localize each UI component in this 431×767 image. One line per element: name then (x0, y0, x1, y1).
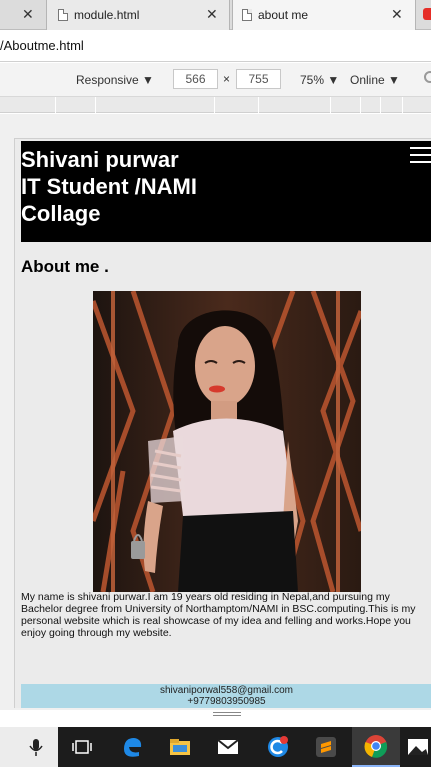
about-heading: About me . (21, 257, 109, 276)
footer-phone: +9779803950985 (187, 696, 266, 707)
dimension-separator: × (223, 72, 231, 86)
file-explorer-icon[interactable] (156, 727, 204, 767)
media-query-ruler[interactable] (0, 97, 431, 113)
dropdown-icon: ▼ (388, 73, 400, 87)
site-footer: shivaniporwal558@gmail.com +977980395098… (21, 684, 431, 708)
task-view-icon[interactable] (58, 727, 106, 767)
tab-about-me-label: about me (258, 8, 309, 22)
edge-icon[interactable] (108, 727, 156, 767)
chrome-icon[interactable] (352, 727, 400, 767)
footer-email[interactable]: shivaniporwal558@gmail.com (21, 685, 431, 696)
url-text[interactable]: /Aboutme.html (0, 38, 84, 53)
emulated-viewport: Shivani purwar IT Student /NAMI Collage … (0, 114, 431, 710)
profile-photo (93, 291, 361, 592)
profile-photo-illustration (93, 291, 361, 592)
title-line-name: Shivani purwar (21, 147, 179, 172)
title-line-college: Collage (21, 201, 101, 226)
screen: ✕ module.html ✕ about me ✕ /Aboutme.html… (0, 0, 431, 767)
tab-strip: ✕ module.html ✕ about me ✕ (0, 0, 431, 30)
zoom-label: 75% (300, 73, 325, 87)
dropdown-icon: ▼ (142, 73, 154, 87)
device-toolbar: Responsive ▼ 566 × 755 75% ▼ Online ▼ (0, 63, 431, 97)
title-line-role: IT Student /NAMI (21, 174, 197, 199)
youtube-tab-icon[interactable] (423, 8, 431, 20)
bio-paragraph: My name is shivani purwar.I am 19 years … (21, 591, 416, 639)
close-tab-icon[interactable]: ✕ (22, 6, 34, 23)
photos-icon[interactable] (400, 727, 431, 767)
close-tab-icon[interactable]: ✕ (391, 6, 403, 23)
close-tab-icon[interactable]: ✕ (206, 6, 218, 23)
network-select[interactable]: Online ▼ (350, 73, 400, 87)
rotate-icon[interactable] (424, 71, 431, 83)
tab-module-title[interactable]: module.html (58, 0, 139, 30)
device-select[interactable]: Responsive ▼ (76, 73, 154, 87)
width-input[interactable]: 566 (173, 69, 218, 89)
menu-icon[interactable] (410, 147, 431, 168)
page-icon (242, 9, 252, 21)
height-input[interactable]: 755 (236, 69, 281, 89)
site-title: Shivani purwar IT Student /NAMI Collage (21, 146, 197, 227)
address-bar[interactable]: /Aboutme.html (0, 30, 431, 62)
network-label: Online (350, 73, 385, 87)
resize-handle[interactable] (213, 712, 241, 718)
dropdown-icon: ▼ (327, 73, 340, 87)
site-header: Shivani purwar IT Student /NAMI Collage (21, 141, 431, 242)
taskbar (0, 727, 431, 767)
tab-about-me-title[interactable]: about me (242, 0, 308, 30)
page-icon (58, 9, 68, 21)
ccleaner-icon[interactable] (254, 727, 302, 767)
mail-icon[interactable] (204, 727, 252, 767)
taskbar-search-area[interactable] (0, 727, 58, 767)
sublime-icon[interactable] (302, 727, 350, 767)
zoom-select[interactable]: 75% ▼ (300, 73, 339, 87)
microphone-icon[interactable] (0, 727, 58, 767)
device-label: Responsive (76, 73, 139, 87)
device-frame: Shivani purwar IT Student /NAMI Collage … (14, 138, 431, 708)
tab-module-label: module.html (74, 8, 140, 22)
